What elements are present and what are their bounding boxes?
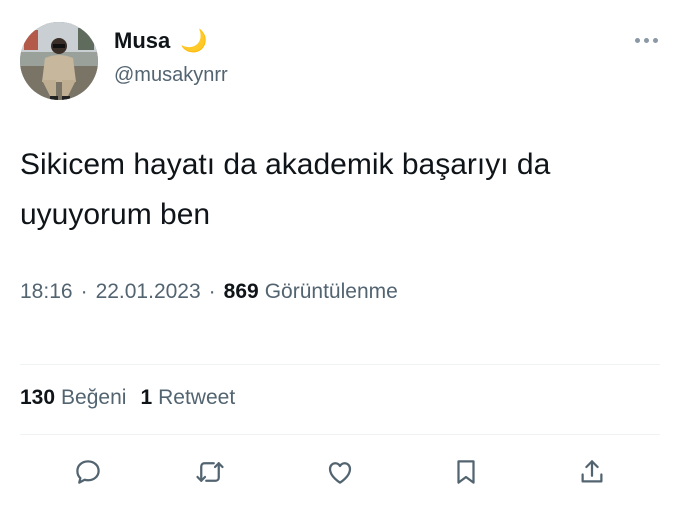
views-label[interactable]: Görüntülenme — [265, 280, 398, 304]
user-handle[interactable]: @musakynrr — [114, 64, 228, 87]
tweet-meta: 18:16 · 22.01.2023 · 869 Görüntülenme — [20, 280, 398, 304]
likes-label: Beğeni — [61, 386, 127, 409]
heart-icon — [328, 462, 352, 484]
reply-button[interactable] — [66, 450, 110, 494]
action-bar — [0, 450, 680, 494]
share-button[interactable] — [570, 450, 614, 494]
tweet-text: Sikicem hayatı da akademik başarıyı da u… — [20, 148, 551, 231]
engagement-stats: 130 Beğeni 1 Retweet — [20, 386, 249, 410]
meta-separator: · — [208, 280, 216, 303]
tweet-time[interactable]: 18:16 — [20, 280, 73, 304]
bookmark-icon — [457, 460, 475, 484]
divider — [20, 364, 660, 365]
retweets-count: 1 — [140, 386, 153, 409]
views-count[interactable]: 869 — [224, 280, 259, 304]
divider — [20, 434, 660, 435]
retweet-button[interactable] — [188, 450, 232, 494]
likes-count: 130 — [20, 386, 56, 409]
retweets-stat[interactable]: 1 Retweet — [140, 386, 235, 410]
reply-icon — [76, 460, 100, 484]
moon-emoji-icon: 🌙 — [180, 28, 208, 53]
like-button[interactable] — [318, 450, 362, 494]
retweet-icon — [196, 462, 224, 482]
share-icon — [581, 460, 603, 483]
tweet-date[interactable]: 22.01.2023 — [96, 280, 201, 304]
display-name[interactable]: Musa — [114, 28, 170, 54]
meta-separator: · — [80, 280, 88, 303]
more-horizontal-icon[interactable] — [635, 38, 658, 43]
bookmark-button[interactable] — [444, 450, 488, 494]
likes-stat[interactable]: 130 Beğeni — [20, 386, 126, 410]
avatar[interactable] — [20, 22, 98, 100]
retweets-label: Retweet — [158, 386, 236, 409]
